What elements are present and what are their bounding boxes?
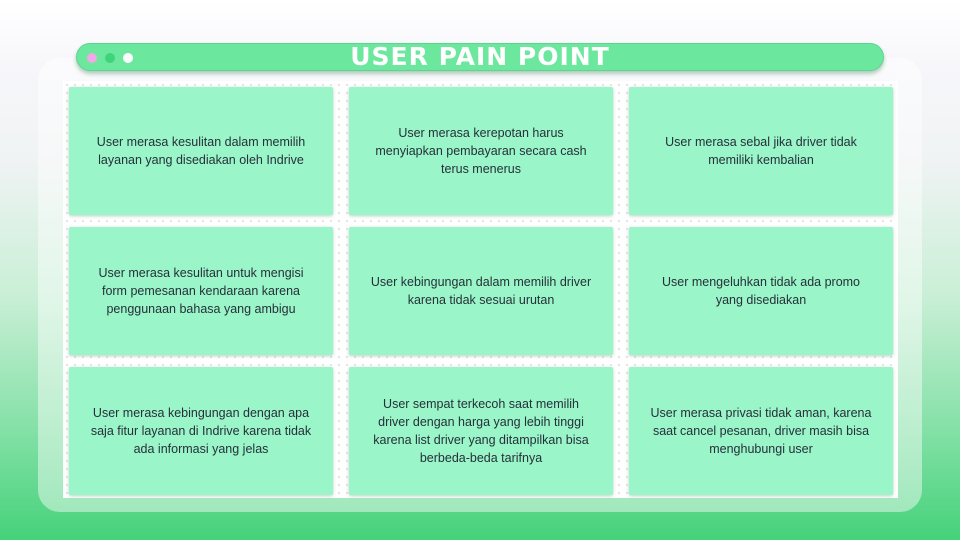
pain-point-text: User merasa kebingungan dengan apa saja … [90, 406, 312, 456]
window-title-bar: USER PAIN POINT [76, 43, 884, 71]
pain-point-text: User merasa kesulitan dalam memilih laya… [96, 135, 306, 167]
pain-point-card: User merasa kebingungan dengan apa saja … [69, 367, 333, 495]
pain-point-card: User merasa privasi tidak aman, karena s… [629, 367, 893, 495]
pain-point-text: User kebingungan dalam memilih driver ka… [370, 275, 592, 307]
pain-point-card: User merasa kesulitan untuk mengisi form… [69, 227, 333, 355]
pain-point-card: User sempat terkecoh saat memilih driver… [349, 367, 613, 495]
pain-point-text: User merasa kesulitan untuk mengisi form… [98, 266, 304, 316]
pain-point-card: User kebingungan dalam memilih driver ka… [349, 227, 613, 355]
page-title: USER PAIN POINT [350, 42, 610, 71]
pain-point-card: User merasa kerepotan harus menyiapkan p… [349, 87, 613, 215]
pain-point-card: User mengeluhkan tidak ada promo yang di… [629, 227, 893, 355]
pain-point-text: User sempat terkecoh saat memilih driver… [373, 397, 589, 465]
pain-point-text: User merasa sebal jika driver tidak memi… [665, 135, 857, 167]
pain-point-text: User mengeluhkan tidak ada promo yang di… [661, 275, 861, 307]
pain-point-card: User merasa kesulitan dalam memilih laya… [69, 87, 333, 215]
pain-point-text: User merasa privasi tidak aman, karena s… [650, 406, 872, 456]
pain-point-text: User merasa kerepotan harus menyiapkan p… [375, 126, 587, 176]
pain-point-card: User merasa sebal jika driver tidak memi… [629, 87, 893, 215]
